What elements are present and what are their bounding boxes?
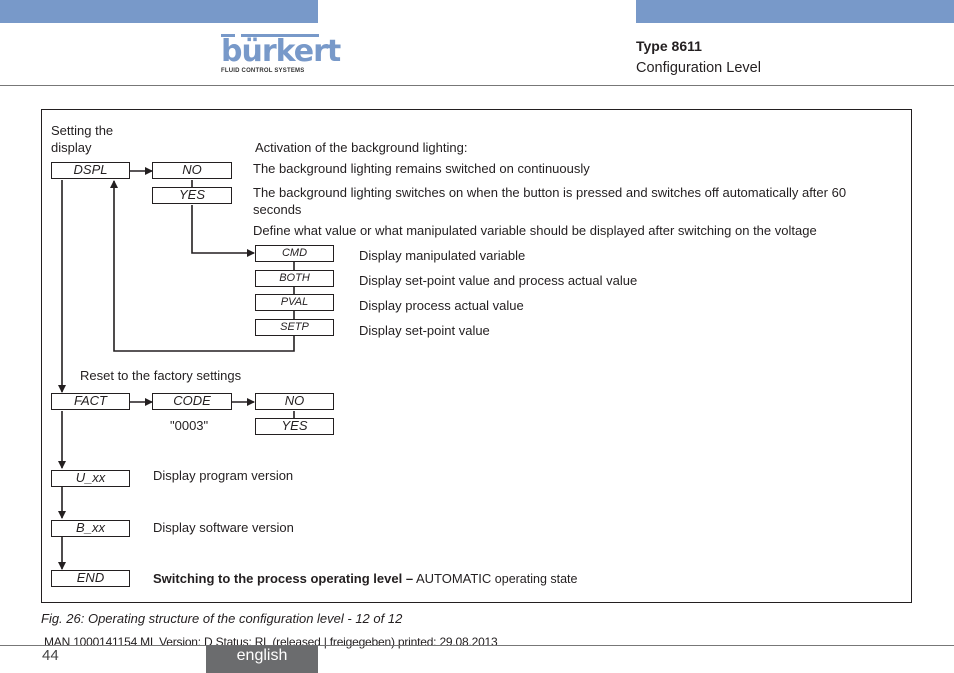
define-display-text: Define what value or what manipulated va… [253, 223, 817, 238]
dspl-label-line1: Setting the [51, 123, 114, 138]
dspl-label-line2: display [51, 140, 92, 155]
option-yes-description-line1: The background lighting switches on when… [253, 185, 847, 200]
fact-option-no: NO [255, 393, 334, 410]
fact-option-yes: YES [255, 418, 334, 435]
end-description-bold: Switching to the process operating level… [153, 571, 414, 586]
display-both-description: Display set-point value and process actu… [359, 273, 638, 288]
arrow-yes-cmd [191, 205, 255, 257]
option-box-yes: YES [152, 187, 232, 204]
code-box: CODE [152, 393, 232, 410]
display-box-setp: SETP [255, 319, 334, 336]
display-box-cmd: CMD [255, 245, 334, 262]
figure-caption: Fig. 26: Operating structure of the conf… [41, 611, 403, 626]
language-tab: english [206, 645, 318, 673]
option-yes-description: The background lighting switches on when… [253, 184, 846, 218]
code-value: "0003" [170, 418, 209, 433]
activation-heading: Activation of the background lighting: [255, 140, 468, 155]
bxx-description: Display software version [153, 520, 294, 535]
display-box-both: BOTH [255, 270, 334, 287]
menu-box-uxx: U_xx [51, 470, 130, 487]
footer-divider [0, 645, 954, 646]
display-cmd-description: Display manipulated variable [359, 248, 526, 263]
option-yes-description-line2: seconds [253, 202, 302, 217]
option-box-no: NO [152, 162, 232, 179]
display-setp-description: Display set-point value [359, 323, 490, 338]
display-box-pval: PVAL [255, 294, 334, 311]
display-pval-description: Display process actual value [359, 298, 524, 313]
menu-box-dspl: DSPL [51, 162, 130, 179]
menu-box-end: END [51, 570, 130, 587]
end-description-suffix: operating state [491, 572, 578, 586]
dspl-section-label: Setting the display [51, 122, 113, 156]
end-description: Switching to the process operating level… [153, 570, 577, 588]
uxx-description: Display program version [153, 468, 294, 483]
page-number: 44 [42, 647, 59, 664]
menu-box-fact: FACT [51, 393, 130, 410]
end-description-mode: AUTOMATIC [413, 571, 492, 586]
fact-section-label: Reset to the factory settings [80, 368, 242, 383]
menu-box-bxx: B_xx [51, 520, 130, 537]
option-no-description: The background lighting remains switched… [253, 161, 590, 176]
